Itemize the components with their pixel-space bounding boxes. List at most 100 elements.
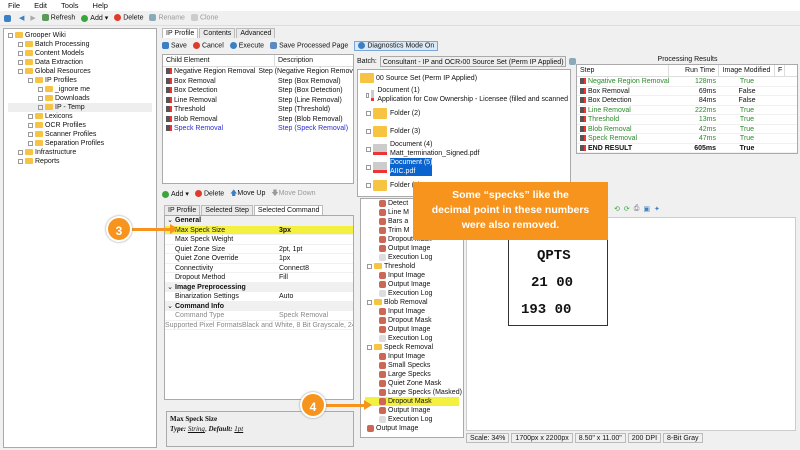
menu-file[interactable]: File: [8, 1, 20, 10]
forward-icon[interactable]: ▶: [30, 14, 35, 22]
tab-selected-command[interactable]: Selected Command: [253, 205, 324, 215]
tab-selected-step[interactable]: Selected Step: [201, 205, 253, 215]
diagnostic-node[interactable]: Dropout Mask: [365, 316, 459, 325]
home-icon[interactable]: [4, 14, 11, 22]
batch-root[interactable]: 00 Source Set (Perm IP Applied): [360, 72, 568, 86]
diagnostics-mode-button[interactable]: Diagnostics Mode On: [354, 41, 439, 51]
diagnostic-node[interactable]: Threshold: [365, 262, 459, 271]
save-icon[interactable]: ▣: [643, 205, 650, 213]
tree-node[interactable]: Global Resources: [8, 67, 152, 76]
expand-icon[interactable]: [367, 263, 372, 269]
delete-command-button[interactable]: Delete: [194, 190, 224, 198]
tree-node[interactable]: IP - Temp: [8, 103, 152, 112]
menu-help[interactable]: Help: [93, 1, 108, 10]
navigation-tree[interactable]: Grooper Wiki Batch Processing Content Mode…: [3, 28, 157, 448]
expand-icon[interactable]: [18, 41, 23, 47]
batch-folder[interactable]: Folder (3): [360, 122, 568, 140]
tree-node[interactable]: IP Profiles: [8, 76, 152, 85]
diagnostic-node[interactable]: Large Specks (Masked): [365, 388, 462, 397]
batch-document[interactable]: Document (1) Application for Cow Ownershi…: [360, 86, 568, 104]
diagnostic-node[interactable]: Execution Log: [365, 334, 459, 343]
tree-node[interactable]: OCR Profiles: [8, 121, 152, 130]
tree-node[interactable]: Separation Profiles: [8, 139, 152, 148]
results-row[interactable]: Box Removal 69ms False: [577, 87, 797, 96]
expand-icon[interactable]: [366, 92, 369, 98]
property-row[interactable]: Dropout Method Fill: [165, 273, 353, 283]
expand-icon[interactable]: [366, 164, 371, 170]
table-row[interactable]: Box Removal Step (Box Removal): [163, 77, 353, 87]
expand-icon[interactable]: [366, 110, 371, 116]
move-down-button[interactable]: 🡇Move Down: [271, 189, 315, 200]
diagnostic-node[interactable]: Output Image: [365, 325, 459, 334]
property-category[interactable]: ⌄ Command Info: [165, 301, 353, 311]
expand-icon[interactable]: [18, 68, 23, 74]
results-row[interactable]: Line Removal 222ms True: [577, 106, 797, 115]
diagnostic-node[interactable]: Input Image: [365, 271, 459, 280]
menu-edit[interactable]: Edit: [34, 1, 47, 10]
move-up-button[interactable]: 🡅Move Up: [230, 189, 265, 200]
diagnostic-node[interactable]: Small Specks: [365, 361, 459, 370]
property-row[interactable]: Connectivity Connect8: [165, 264, 353, 273]
batch-tree[interactable]: 00 Source Set (Perm IP Applied) Document …: [357, 69, 571, 197]
property-row[interactable]: Supported Pixel Formats Black and White, …: [165, 321, 353, 330]
table-row[interactable]: Box Detection Step (Box Detection): [163, 86, 353, 96]
table-row[interactable]: Speck Removal Step (Speck Removal): [163, 124, 353, 134]
tab-advanced[interactable]: Advanced: [236, 28, 276, 38]
table-row[interactable]: Negative Region Removal Step (Negative Re…: [163, 67, 353, 77]
rename-button[interactable]: Rename: [149, 14, 185, 22]
diagnostic-node[interactable]: Blob Removal: [365, 298, 459, 307]
diagnostic-node[interactable]: Execution Log: [365, 289, 459, 298]
property-category[interactable]: ⌄ General: [165, 216, 353, 226]
expand-icon[interactable]: [28, 140, 33, 146]
delete-button[interactable]: Delete: [114, 14, 143, 22]
diagnostic-node[interactable]: Output Image: [365, 406, 459, 415]
tab-ip-profile[interactable]: IP Profile: [164, 205, 201, 215]
diagnostic-node[interactable]: Large Specks: [365, 370, 459, 379]
expand-icon[interactable]: [366, 146, 371, 152]
property-row[interactable]: Command Type Speck Removal: [165, 311, 353, 321]
results-row[interactable]: Blob Removal 42ms True: [577, 125, 797, 134]
tree-node[interactable]: Grooper Wiki: [8, 31, 152, 40]
diagnostic-node[interactable]: Output Image: [365, 424, 459, 433]
diagnostic-node[interactable]: Quiet Zone Mask: [365, 379, 459, 388]
tree-node[interactable]: Infrastructure: [8, 148, 152, 157]
expand-icon[interactable]: [18, 149, 23, 155]
refresh-button[interactable]: Refresh: [41, 14, 75, 22]
diagnostic-node[interactable]: Output Image: [365, 244, 459, 253]
tree-node[interactable]: Batch Processing: [8, 40, 152, 49]
expand-icon[interactable]: [38, 95, 43, 101]
execute-button[interactable]: Execute: [229, 42, 264, 50]
expand-icon[interactable]: [28, 122, 33, 128]
property-row[interactable]: Binarization Settings Auto: [165, 292, 353, 302]
results-row[interactable]: Negative Region Removal 128ms True: [577, 77, 797, 87]
tree-node[interactable]: Reports: [8, 157, 152, 166]
property-row[interactable]: Quiet Zone Override 1px: [165, 254, 353, 264]
diagnostic-node[interactable]: Execution Log: [365, 415, 459, 424]
expand-icon[interactable]: [366, 128, 371, 134]
property-row[interactable]: Max Speck Size 3px: [165, 225, 353, 235]
batch-document[interactable]: Document (4) Matt_termination_Signed.pdf: [360, 140, 568, 158]
expand-icon[interactable]: [28, 113, 33, 119]
results-row[interactable]: Threshold 13ms True: [577, 115, 797, 125]
diagnostic-node[interactable]: Output Image: [365, 280, 459, 289]
property-row[interactable]: Max Speck Weight: [165, 235, 353, 245]
rotate-right-icon[interactable]: ⟳: [624, 205, 630, 213]
add-button[interactable]: Add ▾: [81, 14, 108, 22]
back-icon[interactable]: ◀: [19, 14, 24, 22]
tree-node[interactable]: _ignore me: [8, 85, 152, 94]
expand-icon[interactable]: [367, 344, 372, 350]
table-row[interactable]: Threshold Step (Threshold): [163, 105, 353, 115]
menu-tools[interactable]: Tools: [61, 1, 79, 10]
expand-icon[interactable]: [38, 86, 43, 92]
add-command-button[interactable]: Add ▾: [162, 190, 189, 198]
tree-node[interactable]: Downloads: [8, 94, 152, 103]
expand-icon[interactable]: [18, 59, 23, 65]
save-processed-page-button[interactable]: Save Processed Page: [270, 42, 348, 50]
results-row[interactable]: END RESULT 605ms True: [577, 144, 797, 153]
tools-icon[interactable]: ✦: [654, 205, 660, 213]
property-row[interactable]: Quiet Zone Size 2pt, 1pt: [165, 245, 353, 254]
diagnostic-node[interactable]: Dropout Mask: [365, 397, 459, 406]
tree-node[interactable]: Scanner Profiles: [8, 130, 152, 139]
tree-node[interactable]: Content Models: [8, 49, 152, 58]
expand-icon[interactable]: [18, 158, 23, 164]
